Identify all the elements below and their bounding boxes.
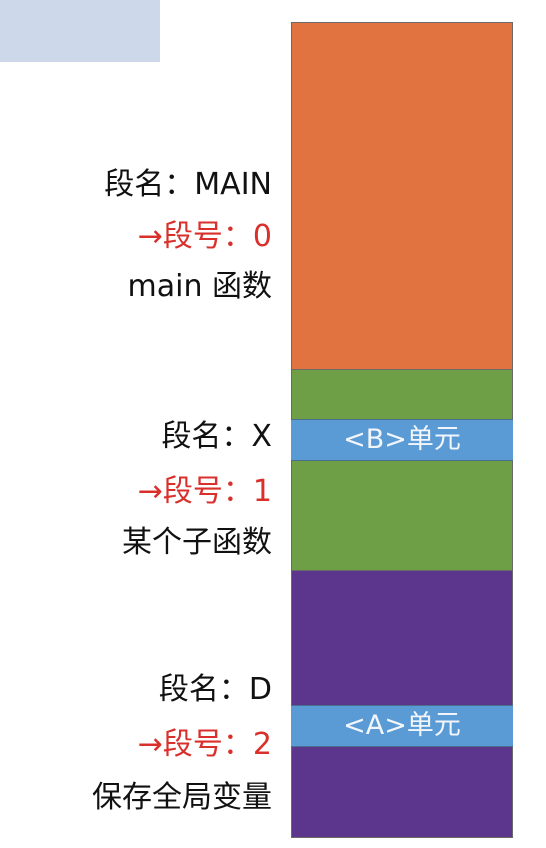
- unit-a-band: <A>单元: [291, 705, 513, 747]
- segment-x-desc: 某个子函数: [122, 525, 272, 560]
- segment-main-number: →段号：0: [137, 219, 272, 254]
- corner-decoration: [0, 0, 160, 62]
- segment-d-block: [291, 570, 513, 838]
- segment-x-number: →段号：1: [137, 474, 272, 509]
- segment-x-name: 段名：X: [161, 419, 272, 454]
- segment-d-name: 段名：D: [158, 672, 272, 707]
- segment-x-block: [291, 369, 513, 571]
- unit-b-band: <B>单元: [291, 419, 513, 461]
- segment-main-desc: main 函数: [127, 269, 273, 304]
- segment-main-name: 段名：MAIN: [104, 167, 272, 202]
- segment-d-desc: 保存全局变量: [92, 780, 272, 815]
- segment-main-block: [291, 22, 513, 370]
- segment-d-number: →段号：2: [137, 727, 272, 762]
